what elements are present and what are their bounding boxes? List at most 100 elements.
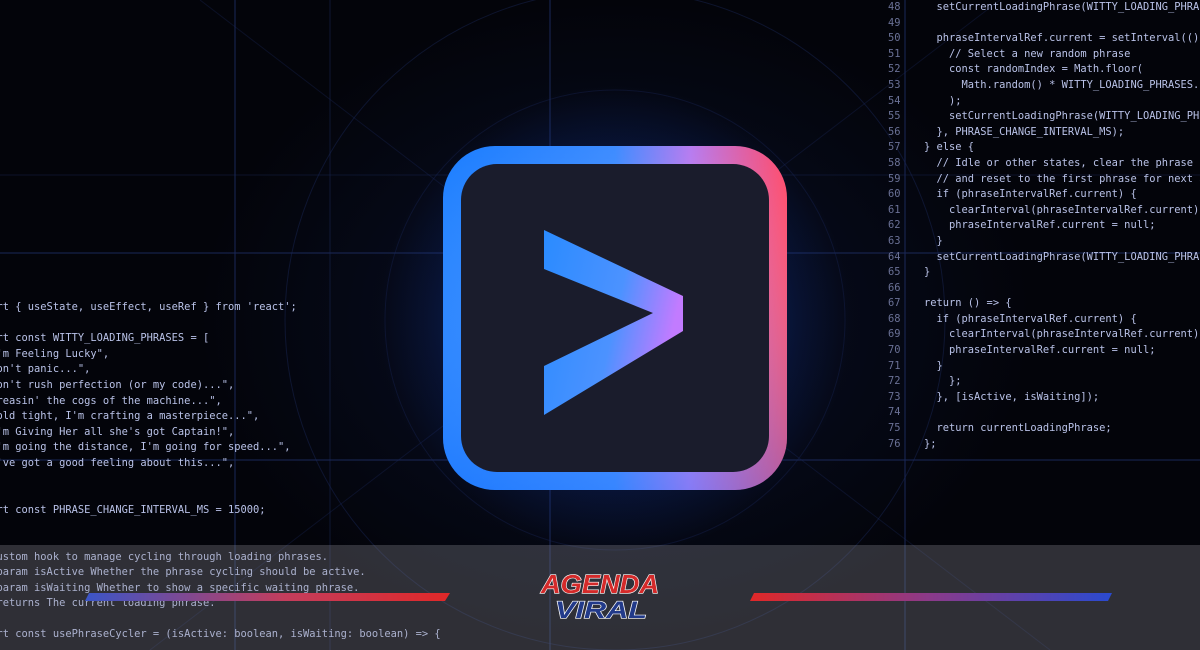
code-line: 69 clearInterval(phraseIntervalRef.curre… [888,327,1200,343]
line-number: 76 [888,437,901,450]
code-line: 60 if (phraseIntervalRef.current) { [888,187,1200,203]
line-number: 68 [888,312,901,325]
code-line: 63 } [888,234,1200,250]
code-text: if (phraseIntervalRef.current) { [924,312,1137,325]
code-line: 72 }; [888,374,1200,390]
code-line: "Greasin' the cogs of the machine...", [0,394,222,407]
line-number: 73 [888,390,901,403]
line-number: 55 [888,110,901,123]
line-number: 67 [888,297,901,310]
code-text: setCurrentLoadingPhrase(WITTY_LOADING_PH… [924,110,1200,123]
code-line: 75 return currentLoadingPhrase; [888,421,1200,437]
line-number: 60 [888,188,901,201]
code-text: } [924,234,943,247]
code-text: }; [924,375,962,388]
code-line: "Don't panic...", [0,363,91,376]
line-number: 51 [888,47,901,60]
code-text: ); [924,94,962,107]
code-text: setCurrentLoadingPhrase(WITTY_LOADING_PH… [924,1,1200,13]
code-text: clearInterval(phraseIntervalRef.current)… [924,328,1200,341]
line-number: 49 [888,16,901,29]
code-line: 49 [888,16,1200,32]
code-line: "I'm Feeling Lucky", [0,347,110,360]
code-text: phraseIntervalRef.current = null; [924,344,1156,357]
line-number: 72 [888,375,901,388]
code-text: } else { [924,141,975,154]
code-text: // Idle or other states, clear the phras… [924,156,1200,169]
code-line: 61 clearInterval(phraseIntervalRef.curre… [888,203,1200,219]
line-number: 58 [888,156,901,169]
code-text: }; [924,437,937,450]
logo-line2: VIRAL [555,597,647,624]
code-line: "Don't rush perfection (or my code)...", [0,378,235,391]
code-snippet-right: 48 setCurrentLoadingPhrase(WITTY_LOADING… [888,0,1200,452]
code-line: 52 const randomIndex = Math.floor( [888,62,1200,78]
code-line: 55 setCurrentLoadingPhrase(WITTY_LOADING… [888,109,1200,125]
code-line: 71 } [888,359,1200,375]
code-text: // Select a new random phrase [924,47,1131,60]
line-number: 52 [888,63,901,76]
line-number: 50 [888,32,901,45]
line-number: 61 [888,203,901,216]
line-number: 64 [888,250,901,263]
code-line: 59 // and reset to the first phrase for … [888,172,1200,188]
code-line: "I'm going the distance, I'm going for s… [0,441,291,454]
code-line: 73 }, [isActive, isWaiting]); [888,390,1200,406]
line-number: 54 [888,94,901,107]
line-number: 70 [888,344,901,357]
code-text: clearInterval(phraseIntervalRef.current)… [924,203,1200,216]
code-line: 65} [888,265,1200,281]
code-text: // and reset to the first phrase for nex… [924,172,1200,185]
line-number: 57 [888,141,901,154]
line-number: 74 [888,406,901,419]
code-text: const randomIndex = Math.floor( [924,63,1143,76]
code-line: 70 phraseIntervalRef.current = null; [888,343,1200,359]
line-number: 62 [888,219,901,232]
line-number: 48 [888,1,901,13]
code-line: 76}; [888,437,1200,453]
code-line: 57 } else { [888,140,1200,156]
line-number: 66 [888,281,901,294]
code-line: 74 [888,405,1200,421]
line-number: 71 [888,359,901,372]
line-number: 63 [888,234,901,247]
code-line: "I'm Giving Her all she's got Captain!", [0,425,235,438]
background-scene: port { useState, useEffect, useRef } fro… [0,0,1200,650]
code-text: return () => { [924,297,1012,310]
line-number: 59 [888,172,901,185]
code-line: 68 if (phraseIntervalRef.current) { [888,312,1200,328]
code-line: "Hold tight, I'm crafting a masterpiece.… [0,410,260,423]
code-line: 50 phraseIntervalRef.current = setInterv… [888,31,1200,47]
code-text: } [924,266,931,279]
code-text: setCurrentLoadingPhrase(WITTY_LOADING_PH… [924,250,1200,263]
line-number: 69 [888,328,901,341]
terminal-prompt-icon [443,146,787,490]
code-line: 66 [888,281,1200,297]
code-line: 51 // Select a new random phrase [888,47,1200,63]
code-line: 58 // Idle or other states, clear the ph… [888,156,1200,172]
code-line: port const WITTY_LOADING_PHRASES = [ [0,332,210,345]
code-line: 62 phraseIntervalRef.current = null; [888,218,1200,234]
code-line: "I've got a good feeling about this...", [0,456,235,469]
code-line: 54 ); [888,94,1200,110]
code-line: 67 return () => { [888,296,1200,312]
code-text: }, PHRASE_CHANGE_INTERVAL_MS); [924,125,1125,138]
decorative-stripe-right [750,593,1112,601]
line-number: 53 [888,78,901,91]
code-text: }, [isActive, isWaiting]); [924,390,1100,403]
logo-line1: AGENDA [540,569,659,599]
code-text: if (phraseIntervalRef.current) { [924,188,1137,201]
line-number: 75 [888,422,901,435]
line-number: 65 [888,266,901,279]
code-text: } [924,359,943,372]
code-line: port const PHRASE_CHANGE_INTERVAL_MS = 1… [0,503,266,516]
code-line: port { useState, useEffect, useRef } fro… [0,301,297,313]
decorative-stripe-left [85,593,450,601]
